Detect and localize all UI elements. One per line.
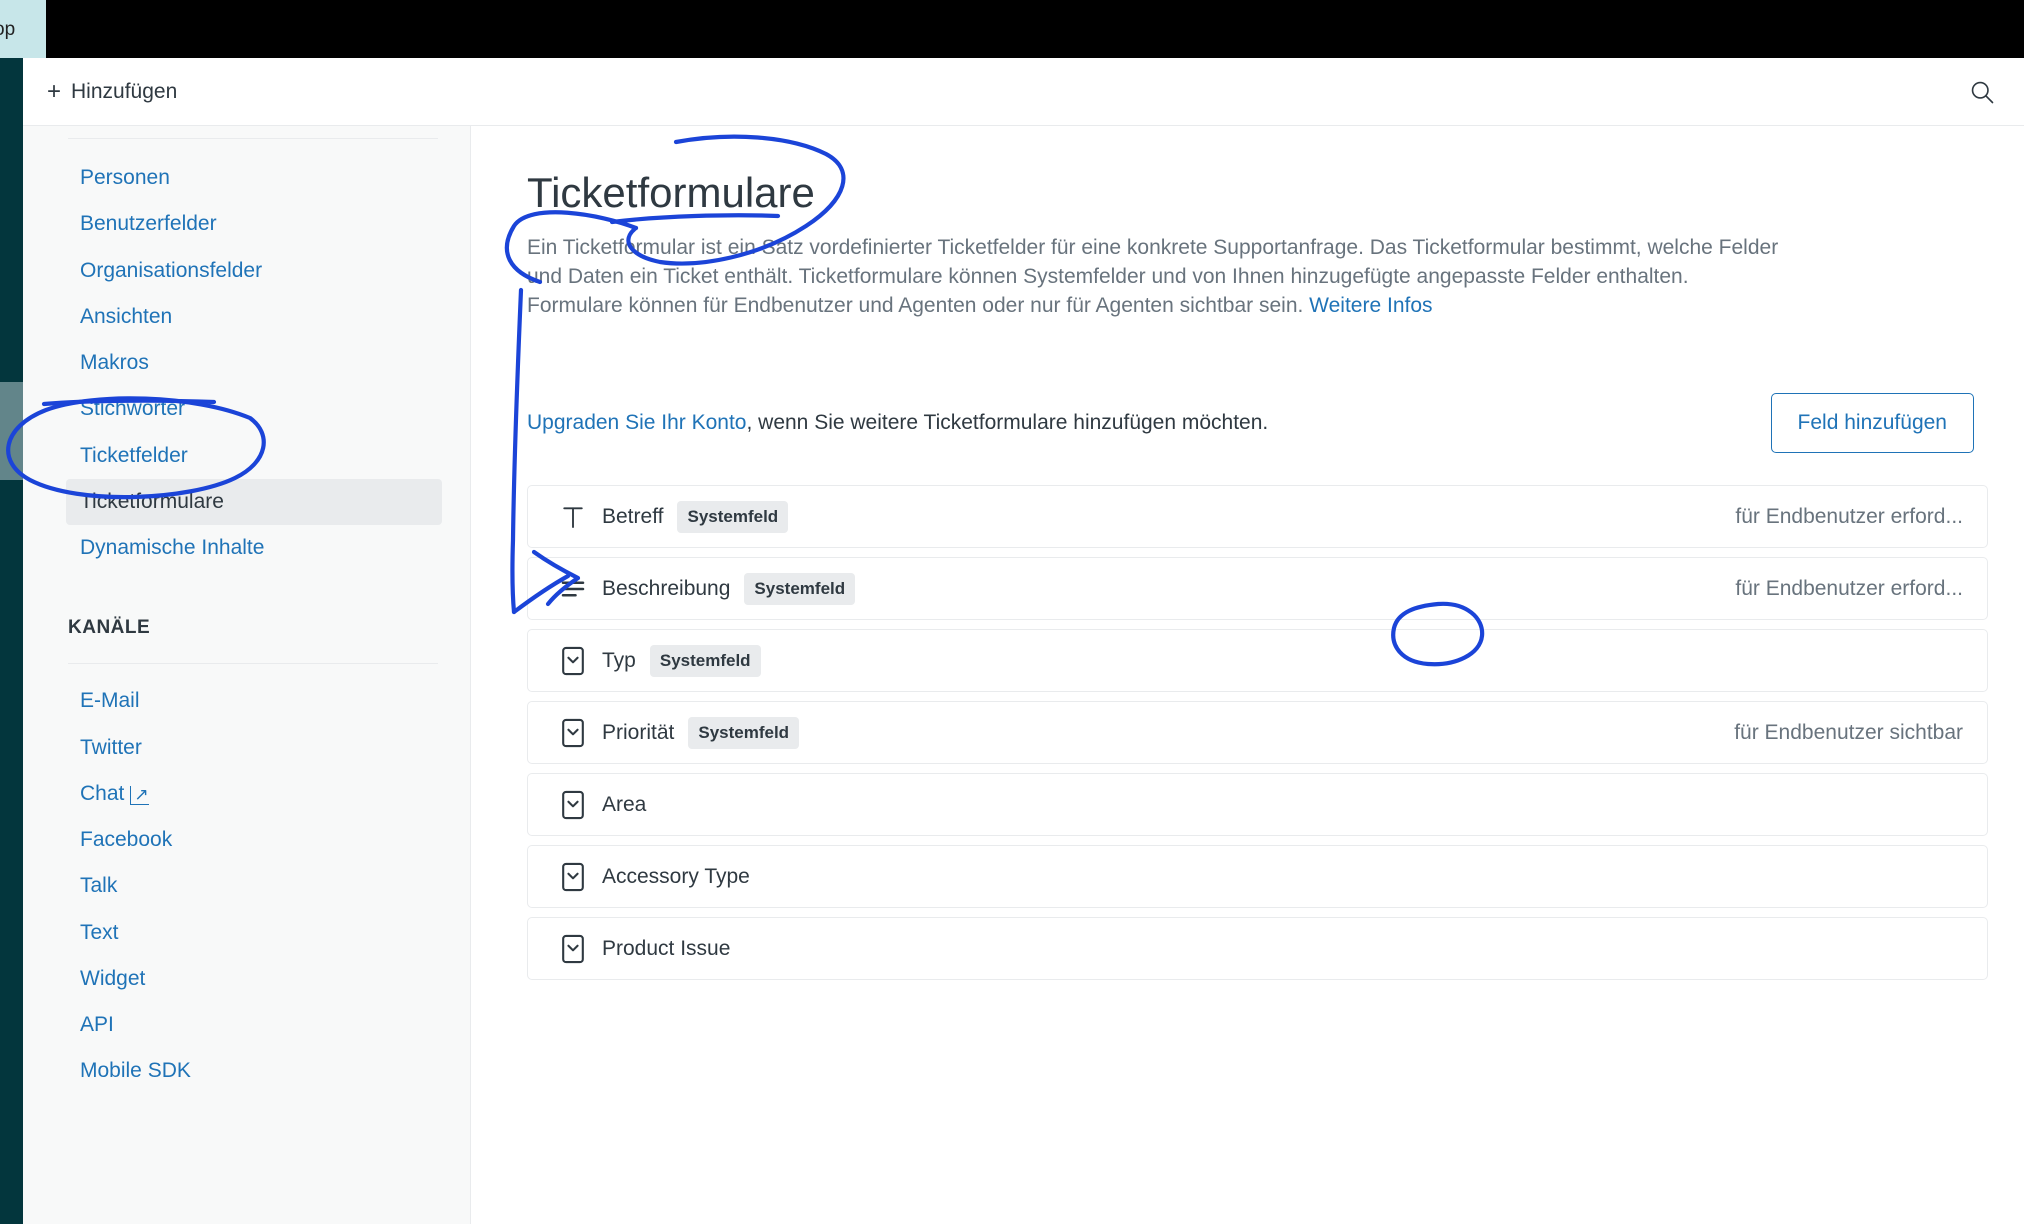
ticket-field-name: Product Issue: [602, 936, 731, 960]
page-description: Ein Ticketformular ist ein Satz vordefin…: [527, 234, 1787, 321]
sidebar-channel-twitter[interactable]: Twitter: [66, 725, 442, 771]
ticket-field-row[interactable]: Beschreibung Systemfeld für Endbenutzer er…: [527, 557, 1988, 621]
sidebar-item-label: Makros: [80, 351, 149, 374]
system-field-badge: Systemfeld: [677, 500, 789, 533]
sidebar-channel-label: Mobile SDK: [80, 1059, 191, 1083]
dropdown-icon: [556, 860, 590, 894]
ticket-field-list: Betreff Systemfeld für Endbenutzer erford.…: [527, 485, 1988, 981]
sidebar-divider-top: [68, 138, 438, 139]
upgrade-message-rest: , wenn Sie weitere Ticketformulare hinzu…: [746, 411, 1269, 435]
dropdown-icon: [556, 716, 590, 750]
ticket-field-row[interactable]: Betreff Systemfeld für Endbenutzer erford.…: [527, 485, 1988, 549]
sidebar-item-makros[interactable]: Makros: [66, 340, 442, 386]
sidebar-channel-label: Widget: [80, 966, 146, 990]
sidebar-channel-chat[interactable]: Chat ↗: [66, 771, 442, 817]
sidebar-channel-label: Text: [80, 920, 119, 944]
sidebar-divider-channels: [68, 663, 438, 665]
sidebar-channel-label: Chat: [80, 781, 125, 805]
sidebar-channel-api[interactable]: API: [66, 1002, 442, 1048]
upgrade-message: Upgraden Sie Ihr Konto, wenn Sie weitere…: [527, 411, 1268, 435]
sidebar-channel-label: Twitter: [80, 735, 142, 759]
page-header: + Hinzufügen: [23, 58, 2024, 126]
external-link-icon: ↗: [130, 785, 149, 805]
ticket-field-row[interactable]: Product Issue: [527, 917, 1988, 981]
sidebar-item-ansichten[interactable]: Ansichten: [66, 294, 442, 340]
add-field-button[interactable]: Feld hinzufügen: [1770, 393, 1974, 454]
black-overlay: [46, 0, 2024, 58]
ticket-field-row[interactable]: Area: [527, 773, 1988, 837]
ticket-field-row[interactable]: Accessory Type: [527, 845, 1988, 909]
sidebar-item-label: Ticketformulare: [80, 489, 224, 513]
sidebar-channel-label: Facebook: [80, 828, 173, 851]
ticket-field-visibility: für Endbenutzer erford...: [1735, 504, 1963, 528]
app-left-rail: [0, 58, 23, 1224]
ticket-field-visibility: für Endbenutzer erford...: [1735, 576, 1963, 600]
sidebar-channel-text[interactable]: Text: [66, 910, 442, 956]
upgrade-account-link[interactable]: Upgraden Sie Ihr Konto: [527, 411, 746, 434]
dropdown-icon: [556, 788, 590, 822]
multiline-text-icon: [556, 574, 590, 604]
ticket-field-visibility: für Endbenutzer sichtbar: [1734, 720, 1963, 744]
sidebar-channel-mobile-sdk[interactable]: Mobile SDK: [66, 1048, 442, 1094]
ticket-field-name: Beschreibung: [602, 576, 731, 600]
rail-scrollbar-thumb[interactable]: [0, 382, 23, 480]
upgrade-row: Upgraden Sie Ihr Konto, wenn Sie weitere…: [527, 393, 1988, 454]
ticket-field-name: Betreff: [602, 504, 664, 528]
background-window-text: op: [0, 18, 16, 40]
add-button[interactable]: + Hinzufügen: [45, 76, 179, 108]
sidebar-item-label: Stichwörter: [80, 397, 186, 421]
system-field-badge: Systemfeld: [649, 644, 761, 677]
sidebar-item-label: Benutzerfelder: [80, 212, 217, 236]
dropdown-icon: [556, 644, 590, 678]
sidebar-item-label: Organisationsfelder: [80, 258, 263, 282]
sidebar-channel-facebook[interactable]: Facebook: [66, 817, 442, 863]
sidebar-item-personen[interactable]: Personen: [66, 155, 442, 201]
settings-sidebar[interactable]: Personen Benutzerfelder Organisationsfelde…: [23, 126, 471, 1224]
sidebar-item-organisationsfelder[interactable]: Organisationsfelder: [66, 248, 442, 294]
page-description-text: Ein Ticketformular ist ein Satz vordefin…: [527, 236, 1779, 318]
background-window-sliver: op: [0, 0, 46, 58]
sidebar-item-label: Ansichten: [80, 304, 173, 328]
ticket-field-name: Accessory Type: [602, 864, 750, 888]
sidebar-item-dynamische-inhalte[interactable]: Dynamische Inhalte: [66, 525, 442, 571]
dropdown-icon: [556, 932, 590, 966]
sidebar-channel-widget[interactable]: Widget: [66, 956, 442, 1002]
ticket-field-row[interactable]: Priorität Systemfeld für Endbenutzer sicht…: [527, 701, 1988, 765]
sidebar-item-benutzerfelder[interactable]: Benutzerfelder: [66, 201, 442, 247]
sidebar-item-label: Dynamische Inhalte: [80, 536, 265, 559]
sidebar-channel-label: E-Mail: [80, 689, 140, 713]
sidebar-item-label: Personen: [80, 166, 170, 189]
sidebar-section-title-kanaele: KANÄLE: [68, 617, 151, 639]
sidebar-manage-list: Personen Benutzerfelder Organisationsfelde…: [23, 155, 470, 571]
page-title: Ticketformulare: [527, 169, 815, 216]
system-field-badge: Systemfeld: [688, 716, 800, 749]
sidebar-item-ticketformulare[interactable]: Ticketformulare: [66, 478, 442, 525]
sidebar-channel-e-mail[interactable]: E-Mail: [66, 678, 442, 724]
ticket-field-name: Typ: [602, 648, 636, 672]
ticket-field-name: Priorität: [602, 720, 675, 744]
text-field-icon: [556, 502, 590, 532]
sidebar-channel-list: E-Mail Twitter Chat ↗ Facebook Talk Text Widget…: [23, 678, 470, 1094]
ticket-field-name: Area: [602, 792, 647, 816]
sidebar-channel-talk[interactable]: Talk: [66, 863, 442, 909]
weitere-infos-link[interactable]: Weitere Infos: [1309, 294, 1432, 317]
sidebar-channel-label: API: [80, 1013, 114, 1036]
sidebar-item-stichw-rter[interactable]: Stichwörter: [66, 386, 442, 432]
sidebar-item-ticketfelder[interactable]: Ticketfelder: [66, 433, 442, 479]
add-button-label: Hinzufügen: [71, 79, 178, 103]
search-icon[interactable]: [1968, 78, 1996, 106]
ticket-field-row[interactable]: Typ Systemfeld: [527, 629, 1988, 693]
sidebar-channel-label: Talk: [80, 874, 118, 898]
main-content: Ticketformulare Ein Ticketformular ist e…: [471, 126, 2024, 1224]
system-field-badge: Systemfeld: [744, 572, 856, 605]
sidebar-item-label: Ticketfelder: [80, 443, 188, 467]
plus-icon: +: [47, 77, 62, 105]
